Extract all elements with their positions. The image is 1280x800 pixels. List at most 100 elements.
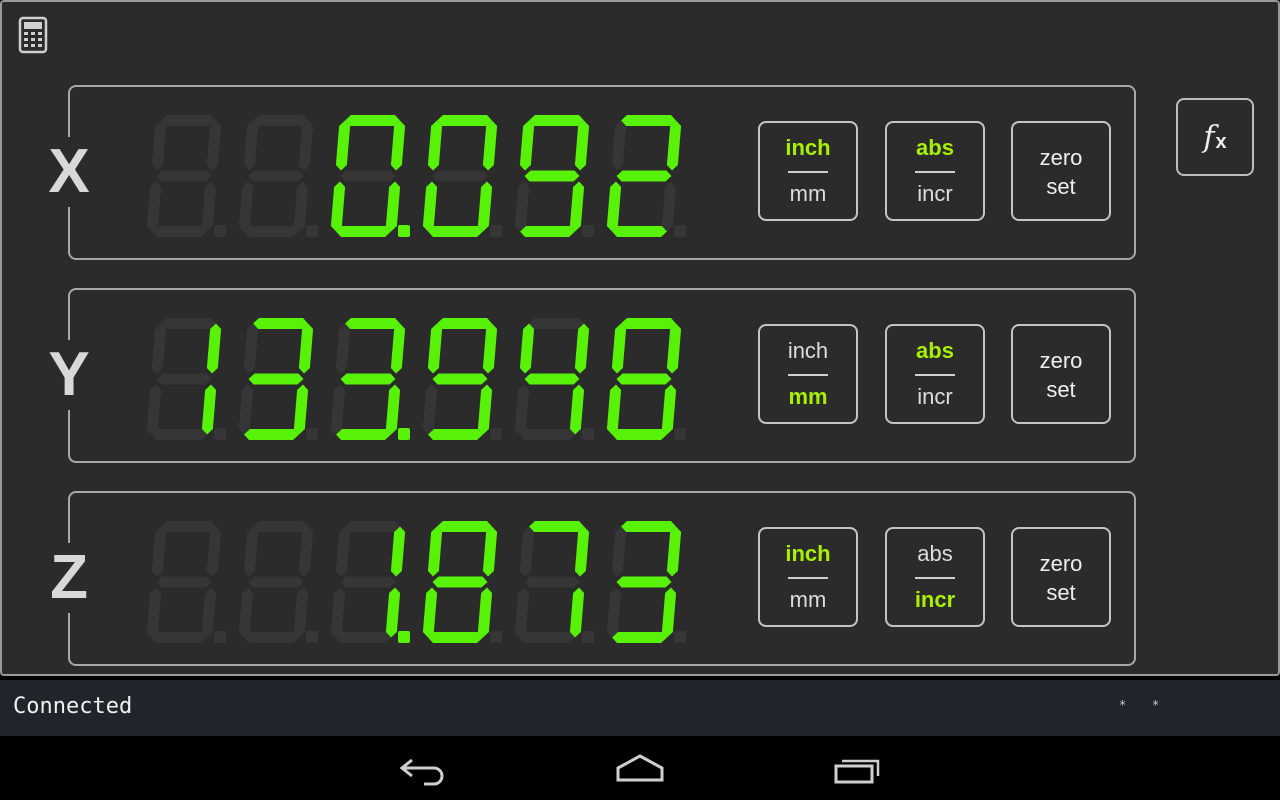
segment-lit <box>390 120 406 171</box>
segment-lit <box>477 181 493 232</box>
seven-segment-display <box>146 318 686 440</box>
segment-ghost <box>611 120 627 171</box>
dro-readout <box>134 519 694 645</box>
segment-ghost <box>151 323 167 374</box>
abs-incr-toggle-button[interactable]: abs incr <box>885 324 985 424</box>
axis-panel-z: Z inch mm abs incr zero set <box>48 491 1136 666</box>
abs-incr-toggle-button[interactable]: abs incr <box>885 121 985 221</box>
segment-ghost <box>161 521 216 532</box>
segment-lit <box>422 181 438 232</box>
segment-ghost <box>201 181 217 232</box>
segment-ghost <box>201 587 217 638</box>
decimal-point <box>214 428 226 440</box>
segment-lit <box>336 226 391 237</box>
segment-ghost <box>238 587 254 638</box>
recent-apps-icon[interactable] <box>828 750 888 788</box>
segment-ghost <box>206 120 222 171</box>
segment-lit <box>616 170 672 182</box>
zero-set-button[interactable]: zero set <box>1011 121 1111 221</box>
segment-lit <box>432 373 488 385</box>
unit-toggle-button[interactable]: inch mm <box>758 121 858 221</box>
app-window: fx X inch mm abs incr zeroset Y inch mm <box>0 0 1280 676</box>
segment-ghost <box>156 373 212 385</box>
unit-toggle-button[interactable]: inch mm <box>758 324 858 424</box>
segment-ghost <box>519 526 535 577</box>
segment-lit <box>437 115 492 126</box>
segment-lit <box>606 181 622 232</box>
decimal-point <box>214 225 226 237</box>
decimal-point <box>490 631 502 643</box>
segment-lit <box>335 120 351 171</box>
function-fx-button[interactable]: fx <box>1176 98 1254 176</box>
segment-ghost <box>152 632 207 643</box>
axis-panel-x: X inch mm abs incr zero set <box>48 85 1136 260</box>
segment-lit <box>574 526 590 577</box>
decimal-point <box>214 631 226 643</box>
connection-status: Connected <box>13 694 133 719</box>
segment-lit <box>482 526 498 577</box>
segment-ghost <box>524 576 580 588</box>
decimal-point <box>306 631 318 643</box>
segment-lit <box>661 587 677 638</box>
segment-ghost <box>243 323 259 374</box>
seven-segment-display <box>146 115 686 237</box>
segment-lit <box>385 384 401 435</box>
dro-readout <box>134 113 694 239</box>
segment-lit <box>574 120 590 171</box>
segment-lit <box>477 587 493 638</box>
unit-toggle-button[interactable]: inch mm <box>758 527 858 627</box>
segment-ghost <box>340 170 396 182</box>
segment-ghost <box>248 170 304 182</box>
segment-lit <box>390 323 406 374</box>
segment-lit <box>616 576 672 588</box>
segment-lit <box>244 429 299 440</box>
segment-ghost <box>243 526 259 577</box>
segment-lit <box>253 318 308 329</box>
back-icon[interactable] <box>394 750 454 788</box>
status-mark: * <box>1119 698 1127 712</box>
segment-lit <box>428 226 483 237</box>
segment-lit <box>390 526 406 577</box>
segment-ghost <box>248 576 304 588</box>
function-fx-icon: f <box>1203 119 1215 155</box>
calculator-icon[interactable] <box>18 16 48 54</box>
segment-lit <box>666 120 682 171</box>
decimal-point <box>306 428 318 440</box>
zero-set-button[interactable]: zero set <box>1011 324 1111 424</box>
segment-lit <box>524 170 580 182</box>
segment-ghost <box>606 587 622 638</box>
segment-lit <box>427 526 443 577</box>
segment-lit <box>569 384 585 435</box>
decimal-point <box>582 428 594 440</box>
decimal-point <box>582 631 594 643</box>
segment-lit <box>206 323 222 374</box>
seven-segment-display <box>146 521 686 643</box>
zero-set-button[interactable]: zero set <box>1011 527 1111 627</box>
segment-ghost <box>345 521 400 532</box>
segment-lit <box>524 373 580 385</box>
segment-lit <box>529 115 584 126</box>
abs-incr-toggle-button[interactable]: abs incr <box>885 527 985 627</box>
segment-lit <box>345 318 400 329</box>
segment-lit <box>616 373 672 385</box>
segment-lit <box>248 373 304 385</box>
home-icon[interactable] <box>610 750 670 788</box>
segment-ghost <box>661 181 677 232</box>
segment-lit <box>201 384 217 435</box>
segment-ghost <box>293 587 309 638</box>
navigation-bar <box>0 736 1280 800</box>
segment-lit <box>661 384 677 435</box>
dro-readout <box>134 316 694 442</box>
segment-ghost <box>529 318 584 329</box>
segment-lit <box>666 526 682 577</box>
segment-lit <box>621 318 676 329</box>
segment-ghost <box>520 632 575 643</box>
segment-ghost <box>432 170 488 182</box>
segment-lit <box>437 521 492 532</box>
segment-ghost <box>611 526 627 577</box>
segment-ghost <box>146 181 162 232</box>
segment-lit <box>330 181 346 232</box>
segment-lit <box>482 323 498 374</box>
decimal-point <box>306 225 318 237</box>
decimal-point <box>674 225 686 237</box>
